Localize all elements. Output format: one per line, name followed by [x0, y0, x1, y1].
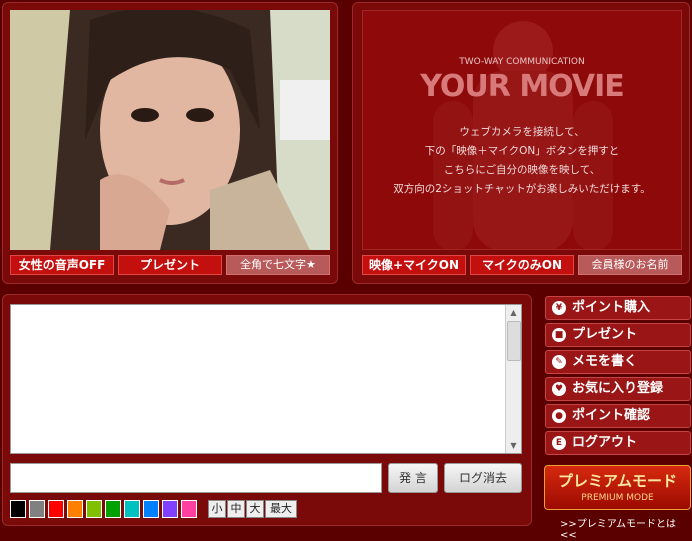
premium-title: プレミアムモード [558, 472, 677, 490]
color-swatch[interactable] [124, 500, 140, 518]
movie-title: YOUR MOVIE [420, 69, 625, 104]
menu-label: お気に入り登録 [572, 381, 664, 396]
char-limit-label: 全角で七文字★ [226, 255, 330, 275]
member-name-label: 会員様のお名前 [578, 255, 682, 275]
gift-icon: ■ [552, 328, 566, 342]
menu-label: プレゼント [572, 327, 638, 342]
performer-video-frame [10, 10, 330, 250]
clear-log-button[interactable]: ログ消去 [444, 463, 522, 493]
menu-buy-points[interactable]: ¥ ポイント購入 [545, 296, 691, 320]
color-swatch[interactable] [181, 500, 197, 518]
menu-label: メモを書く [572, 354, 638, 369]
color-swatch[interactable] [162, 500, 178, 518]
scroll-down-icon[interactable]: ▼ [506, 438, 521, 453]
menu-add-favorite[interactable]: ♥ お気に入り登録 [545, 377, 691, 401]
color-swatch[interactable] [143, 500, 159, 518]
color-swatch[interactable] [105, 500, 121, 518]
menu-label: ポイント購入 [572, 300, 651, 315]
font-size-max-button[interactable]: 最大 [265, 500, 297, 518]
color-swatch[interactable] [67, 500, 83, 518]
movie-desc-line: 双方向の2ショットチャットがお楽しみいただけます。 [393, 183, 651, 195]
mic-only-on-button[interactable]: マイクのみON [470, 255, 574, 275]
premium-subtitle: PREMIUM MODE [581, 493, 654, 503]
movie-desc-line: こちらにご自分の映像を映して、 [443, 164, 601, 176]
menu-check-points[interactable]: ● ポイント確認 [545, 404, 691, 428]
font-size-large-button[interactable]: 大 [246, 500, 264, 518]
color-swatch[interactable] [10, 500, 26, 518]
voice-off-button[interactable]: 女性の音声OFF [10, 255, 114, 275]
message-input[interactable] [10, 463, 382, 493]
color-swatch[interactable] [29, 500, 45, 518]
menu-present[interactable]: ■ プレゼント [545, 323, 691, 347]
present-button[interactable]: プレゼント [118, 255, 222, 275]
font-size-medium-button[interactable]: 中 [227, 500, 245, 518]
chat-log[interactable]: ▲ ▼ [10, 304, 522, 454]
movie-subtitle: TWO-WAY COMMUNICATION [459, 57, 585, 67]
menu-write-memo[interactable]: ✎ メモを書く [545, 350, 691, 374]
premium-info-link[interactable]: >>プレミアムモードとは << [560, 515, 692, 541]
font-size-small-button[interactable]: 小 [208, 500, 226, 518]
performer-video [10, 10, 330, 250]
color-swatch[interactable] [48, 500, 64, 518]
send-button[interactable]: 発 言 [388, 463, 438, 493]
pencil-icon: ✎ [552, 355, 566, 369]
scroll-up-icon[interactable]: ▲ [506, 305, 521, 320]
heart-icon: ♥ [552, 382, 566, 396]
video-mic-on-button[interactable]: 映像+マイクON [362, 255, 466, 275]
movie-desc-line: 下の「映像＋マイクON」ボタンを押すと [424, 145, 620, 157]
chat-scrollbar[interactable]: ▲ ▼ [505, 305, 521, 453]
menu-label: ポイント確認 [572, 408, 651, 423]
movie-desc-line: ウェブカメラを接続して、 [459, 126, 585, 138]
scroll-thumb[interactable] [507, 321, 521, 361]
search-icon: ● [552, 409, 566, 423]
yen-icon: ¥ [552, 301, 566, 315]
menu-logout[interactable]: E ログアウト [545, 431, 691, 455]
color-swatch[interactable] [86, 500, 102, 518]
menu-label: ログアウト [572, 435, 638, 450]
logout-icon: E [552, 436, 566, 450]
your-movie-area: TWO-WAY COMMUNICATION YOUR MOVIE ウェブカメラを… [362, 10, 682, 250]
movie-description: ウェブカメラを接続して、 下の「映像＋マイクON」ボタンを押すと こちらにご自分… [363, 123, 681, 199]
premium-mode-button[interactable]: プレミアムモード PREMIUM MODE [544, 465, 691, 510]
